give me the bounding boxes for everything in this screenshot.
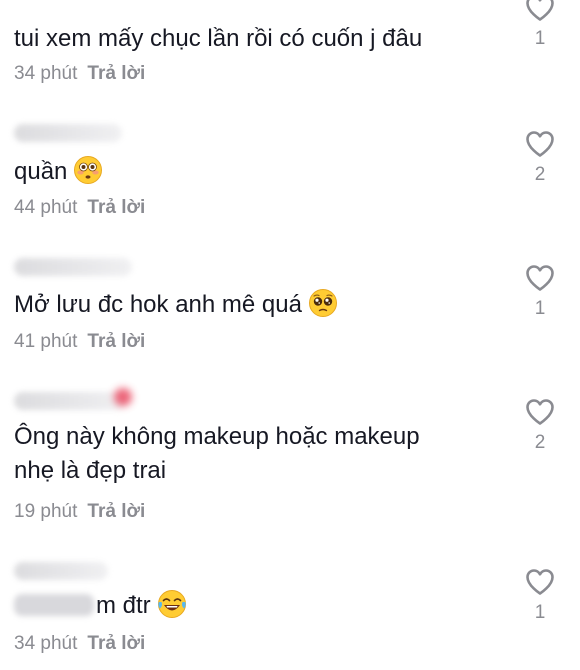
reply-button[interactable]: Trả lời [87, 501, 145, 522]
comment-list: { "reply_label": "Trả lời", "comments": … [0, 0, 580, 670]
reply-button[interactable]: Trả lời [87, 633, 145, 654]
comment-text-content: m đtr [96, 592, 151, 619]
comment-meta: 44 phút Trả lời [14, 196, 145, 220]
like-count: 1 [534, 298, 546, 319]
comment-meta: 19 phút Trả lời [14, 500, 145, 524]
like-button[interactable]: 1 [520, 264, 560, 320]
mention-blurred[interactable] [14, 594, 94, 616]
comment-text: quần [14, 155, 494, 189]
like-count: 1 [534, 602, 546, 623]
heart-icon [526, 399, 554, 425]
username-blurred[interactable] [14, 562, 108, 580]
like-count: 2 [534, 164, 546, 185]
reply-button[interactable]: Trả lời [87, 197, 145, 218]
heart-icon [526, 0, 554, 21]
heart-icon [526, 131, 554, 157]
like-button[interactable]: 2 [520, 398, 560, 454]
comment-meta: 34 phút Trả lời [14, 62, 145, 86]
heart-icon [526, 265, 554, 291]
like-button[interactable]: 2 [520, 130, 560, 186]
comment-meta: 34 phút Trả lời [14, 632, 145, 656]
like-count: 1 [534, 28, 546, 49]
like-button[interactable]: 1 [520, 568, 560, 624]
comment-time: 34 phút [14, 63, 78, 84]
comment-text-content: quần [14, 158, 68, 185]
comment-text: m đtr [14, 589, 494, 623]
heart-icon [526, 569, 554, 595]
comment-text-content: Mở lưu đc hok anh mê quá [14, 291, 302, 318]
pleading-face-emoji-icon [308, 289, 337, 317]
comment-text: Mở lưu đc hok anh mê quá [14, 288, 494, 322]
reply-button[interactable]: Trả lời [87, 331, 145, 352]
tears-of-joy-face-emoji-icon [157, 590, 186, 618]
comment-time: 19 phút [14, 501, 78, 522]
like-count: 2 [534, 432, 546, 453]
comment-time: 34 phút [14, 633, 78, 654]
username-blurred[interactable] [14, 124, 122, 142]
comment-time: 41 phút [14, 331, 78, 352]
comment-time: 44 phút [14, 197, 78, 218]
like-button[interactable]: 1 [520, 0, 560, 50]
comment-text: Ông này không makeup hoặc makeup nhẹ là … [14, 423, 420, 484]
username-blurred[interactable] [14, 388, 132, 410]
comment-meta: 41 phút Trả lời [14, 330, 145, 354]
username-blurred[interactable] [14, 258, 132, 276]
flushed-face-emoji-icon [74, 156, 103, 184]
comment-text: tui xem mấy chục lần rồi có cuốn j đâu [14, 25, 423, 52]
reply-button[interactable]: Trả lời [87, 63, 145, 84]
avatar-badge [114, 388, 132, 406]
